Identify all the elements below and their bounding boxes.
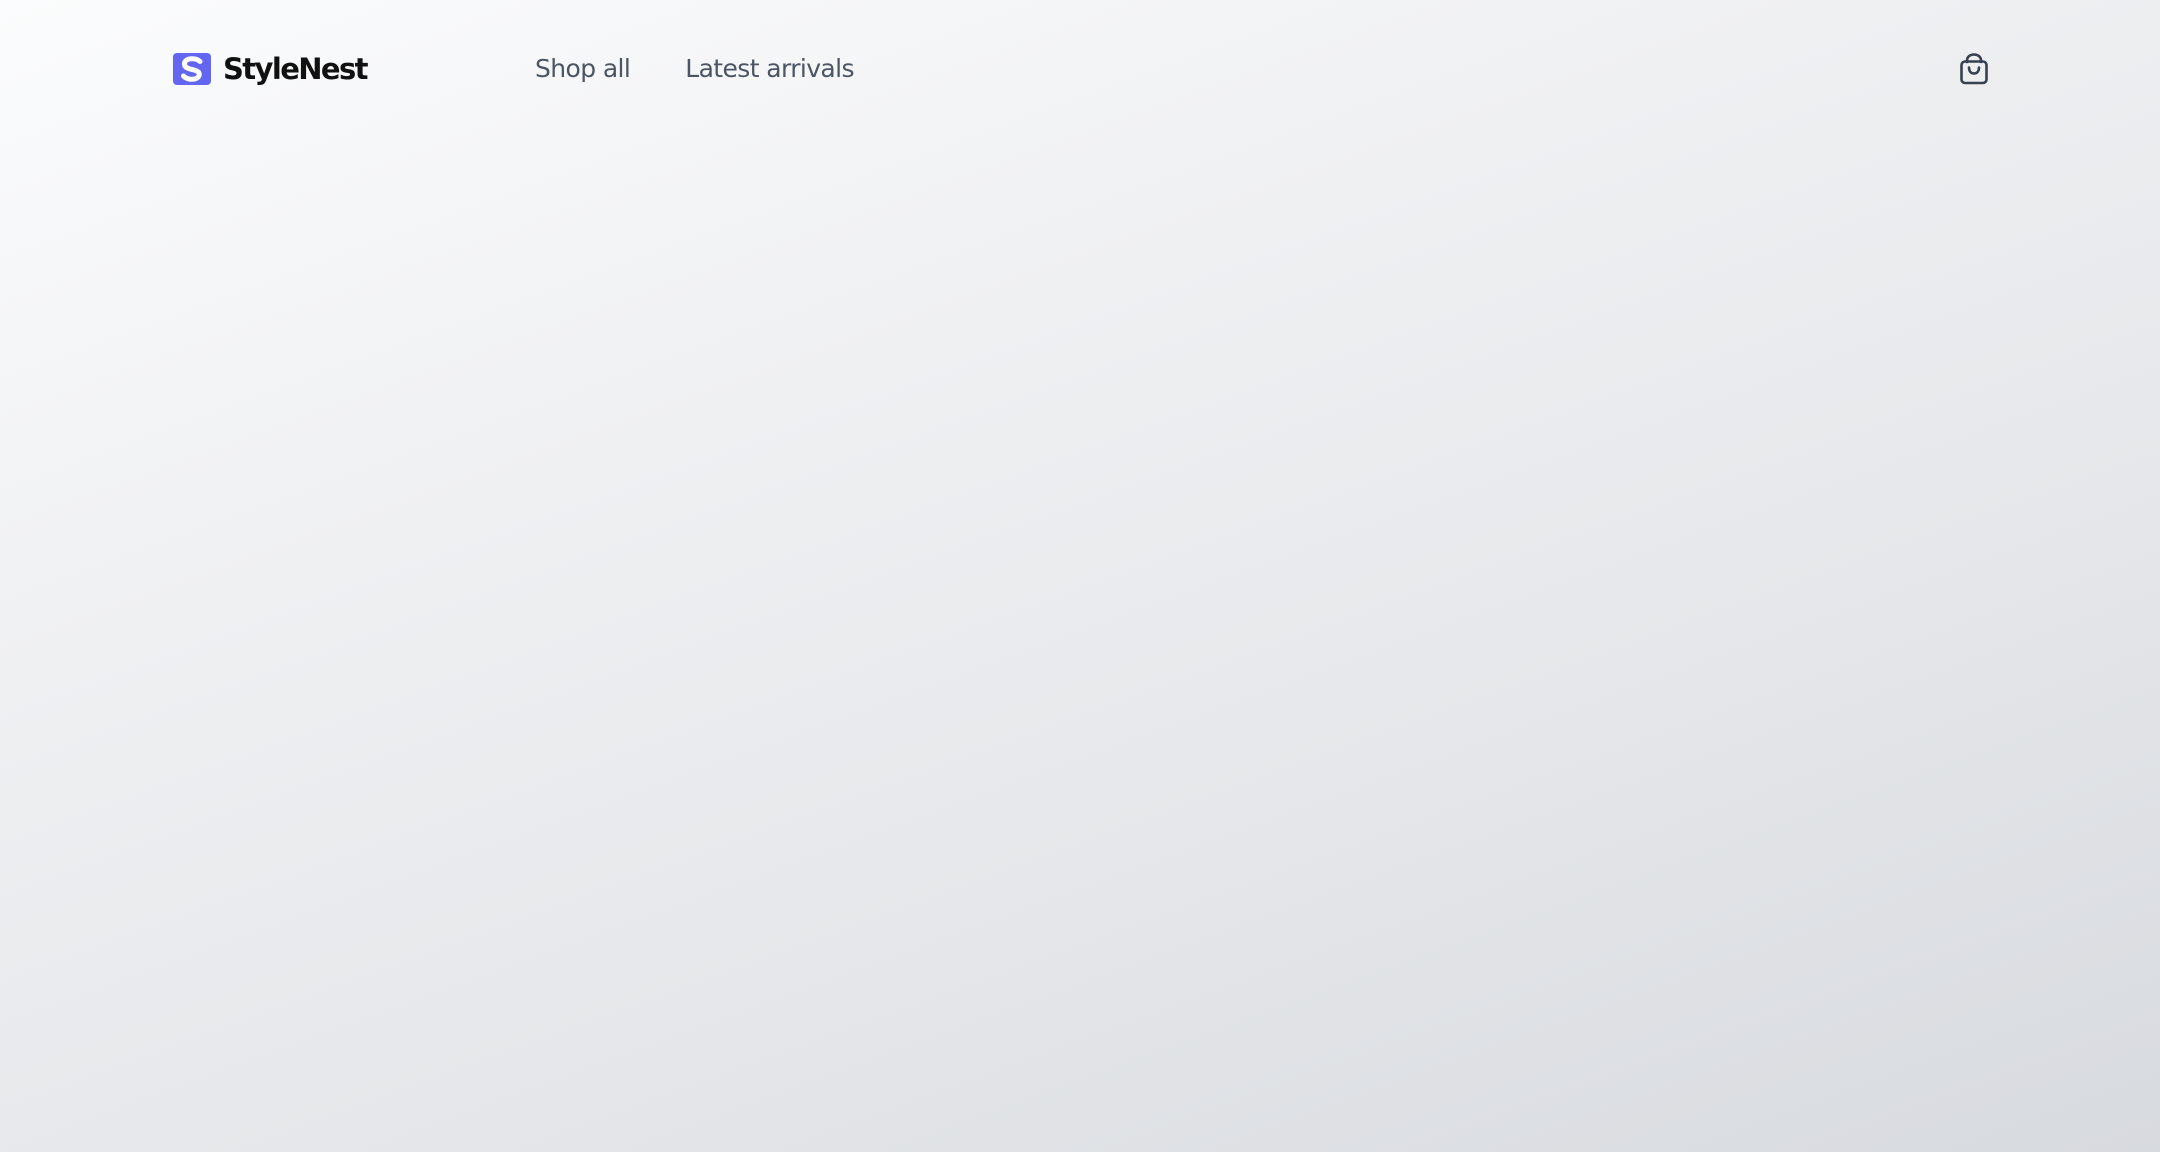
brand-logo-link[interactable]: StyleNest: [173, 50, 369, 88]
cart-button[interactable]: [1955, 50, 1993, 88]
nav-link-latest-arrivals[interactable]: Latest arrivals: [685, 49, 854, 89]
s-logo-icon: [173, 53, 211, 85]
brand-name: StyleNest: [223, 52, 369, 86]
site-header: StyleNest Shop all Latest arrivals: [0, 0, 2160, 138]
main-nav: Shop all Latest arrivals: [535, 49, 909, 89]
shopping-bag-icon: [1960, 53, 1988, 85]
nav-link-shop-all[interactable]: Shop all: [535, 49, 631, 89]
